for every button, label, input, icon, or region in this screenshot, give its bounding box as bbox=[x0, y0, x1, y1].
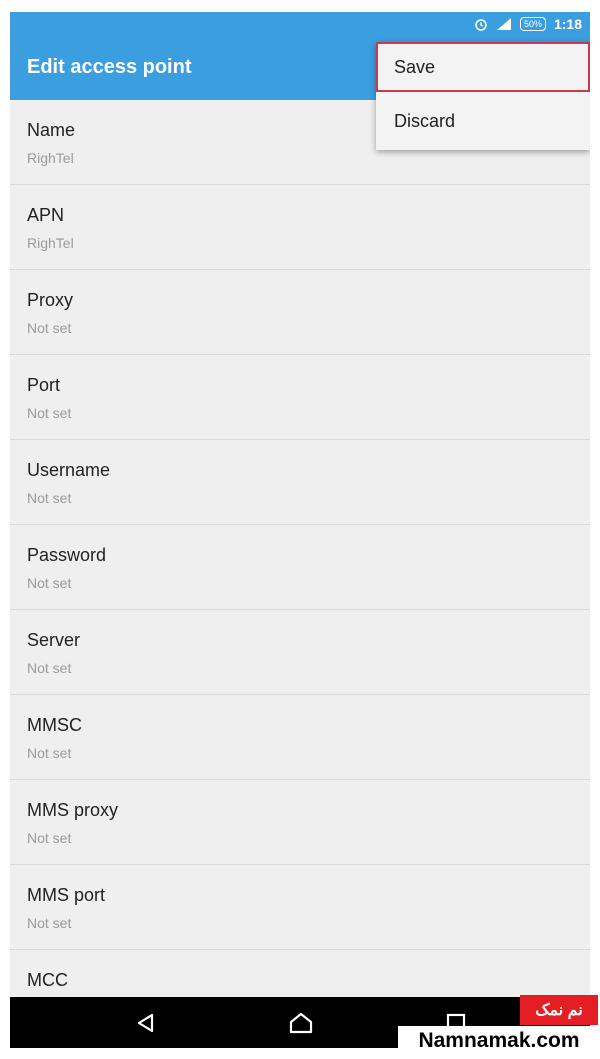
overflow-menu: Save Discard bbox=[376, 42, 590, 150]
setting-value: Not set bbox=[27, 405, 72, 421]
save-menu-item[interactable]: Save bbox=[376, 42, 590, 92]
setting-mmsc[interactable]: MMSC Not set bbox=[10, 695, 590, 780]
setting-password[interactable]: Password Not set bbox=[10, 525, 590, 610]
setting-value: RighTel bbox=[27, 235, 74, 251]
setting-mms-port[interactable]: MMS port Not set bbox=[10, 865, 590, 950]
battery-level: 50% bbox=[523, 19, 542, 29]
home-icon[interactable] bbox=[288, 1010, 314, 1036]
setting-label: Username bbox=[27, 460, 111, 480]
setting-label: Server bbox=[27, 630, 81, 650]
setting-value: Not set bbox=[27, 575, 72, 591]
phone-screen: 50% 1:18 Edit access point Name RighTel … bbox=[10, 12, 590, 1048]
setting-value: Not set bbox=[27, 745, 72, 761]
setting-mms-proxy[interactable]: MMS proxy Not set bbox=[10, 780, 590, 865]
discard-menu-item[interactable]: Discard bbox=[376, 96, 590, 146]
signal-icon bbox=[496, 17, 512, 31]
setting-label: Name bbox=[27, 120, 76, 140]
setting-value: Not set bbox=[27, 660, 72, 676]
setting-label: Password bbox=[27, 545, 107, 565]
setting-username[interactable]: Username Not set bbox=[10, 440, 590, 525]
setting-label: Port bbox=[27, 375, 61, 395]
setting-value: Not set bbox=[27, 320, 72, 336]
back-icon[interactable] bbox=[133, 1010, 159, 1036]
setting-value: Not set bbox=[27, 830, 72, 846]
battery-icon: 50% bbox=[519, 17, 546, 31]
setting-port[interactable]: Port Not set bbox=[10, 355, 590, 440]
setting-label: Proxy bbox=[27, 290, 74, 310]
setting-label: MCC bbox=[27, 970, 68, 990]
setting-label: APN bbox=[27, 205, 65, 225]
watermark-site: Namnamak.com bbox=[398, 1026, 600, 1056]
setting-server[interactable]: Server Not set bbox=[10, 610, 590, 695]
setting-value: Not set bbox=[27, 490, 72, 506]
setting-proxy[interactable]: Proxy Not set bbox=[10, 270, 590, 355]
status-time: 1:18 bbox=[553, 16, 582, 32]
setting-label: MMS proxy bbox=[27, 800, 119, 820]
alarm-icon bbox=[474, 17, 488, 31]
setting-apn[interactable]: APN RighTel bbox=[10, 185, 590, 270]
watermark-logo: نم نمک bbox=[520, 995, 598, 1025]
setting-label: MMSC bbox=[27, 715, 82, 735]
page-title: Edit access point bbox=[27, 56, 192, 78]
setting-label: MMS port bbox=[27, 885, 106, 905]
setting-value: Not set bbox=[27, 915, 72, 931]
watermark-label: نم نمک bbox=[535, 1002, 583, 1019]
settings-list: Name RighTel APN RighTel Proxy Not set P… bbox=[10, 100, 590, 1035]
setting-value: RighTel bbox=[27, 150, 74, 166]
status-bar: 50% 1:18 bbox=[10, 12, 590, 36]
